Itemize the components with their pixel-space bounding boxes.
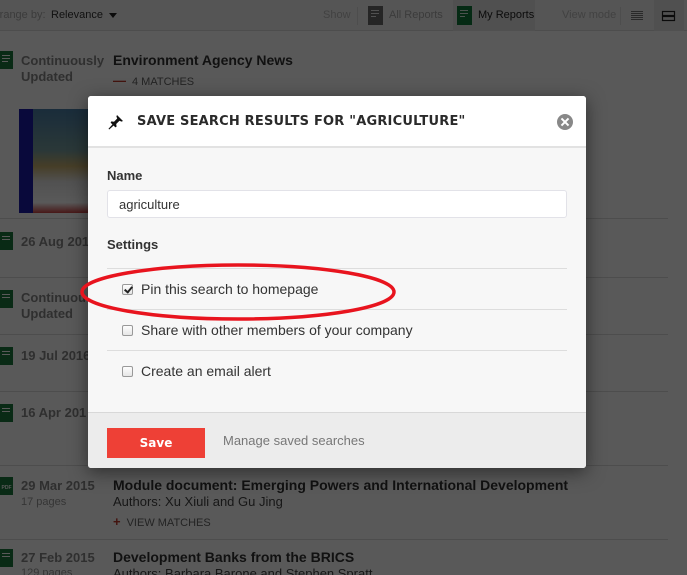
email-alert-checkbox[interactable] [122,366,133,377]
option-label[interactable]: Share with other members of your company [141,322,413,338]
settings-label: Settings [107,237,159,252]
manage-saved-searches-link[interactable]: Manage saved searches [223,433,365,448]
dialog-header: SAVE SEARCH RESULTS FOR "AGRICULTURE" [88,96,586,148]
name-label: Name [107,168,143,183]
share-checkbox[interactable] [122,325,133,336]
option-pin-to-homepage[interactable]: Pin this search to homepage [107,268,567,309]
search-name-input[interactable] [107,190,567,218]
save-button[interactable]: Save [107,428,205,458]
pushpin-icon [108,115,123,130]
option-label[interactable]: Create an email alert [141,363,271,379]
pin-checkbox[interactable] [122,284,133,295]
save-search-dialog: SAVE SEARCH RESULTS FOR "AGRICULTURE" Na… [88,96,586,468]
dialog-footer: Save Manage saved searches [88,412,586,468]
option-label[interactable]: Pin this search to homepage [141,281,318,297]
settings-options: Pin this search to homepage Share with o… [107,268,567,391]
dialog-title: SAVE SEARCH RESULTS FOR "AGRICULTURE" [137,114,466,129]
close-icon[interactable] [557,114,573,130]
option-email-alert[interactable]: Create an email alert [107,350,567,391]
option-share-with-company[interactable]: Share with other members of your company [107,309,567,350]
